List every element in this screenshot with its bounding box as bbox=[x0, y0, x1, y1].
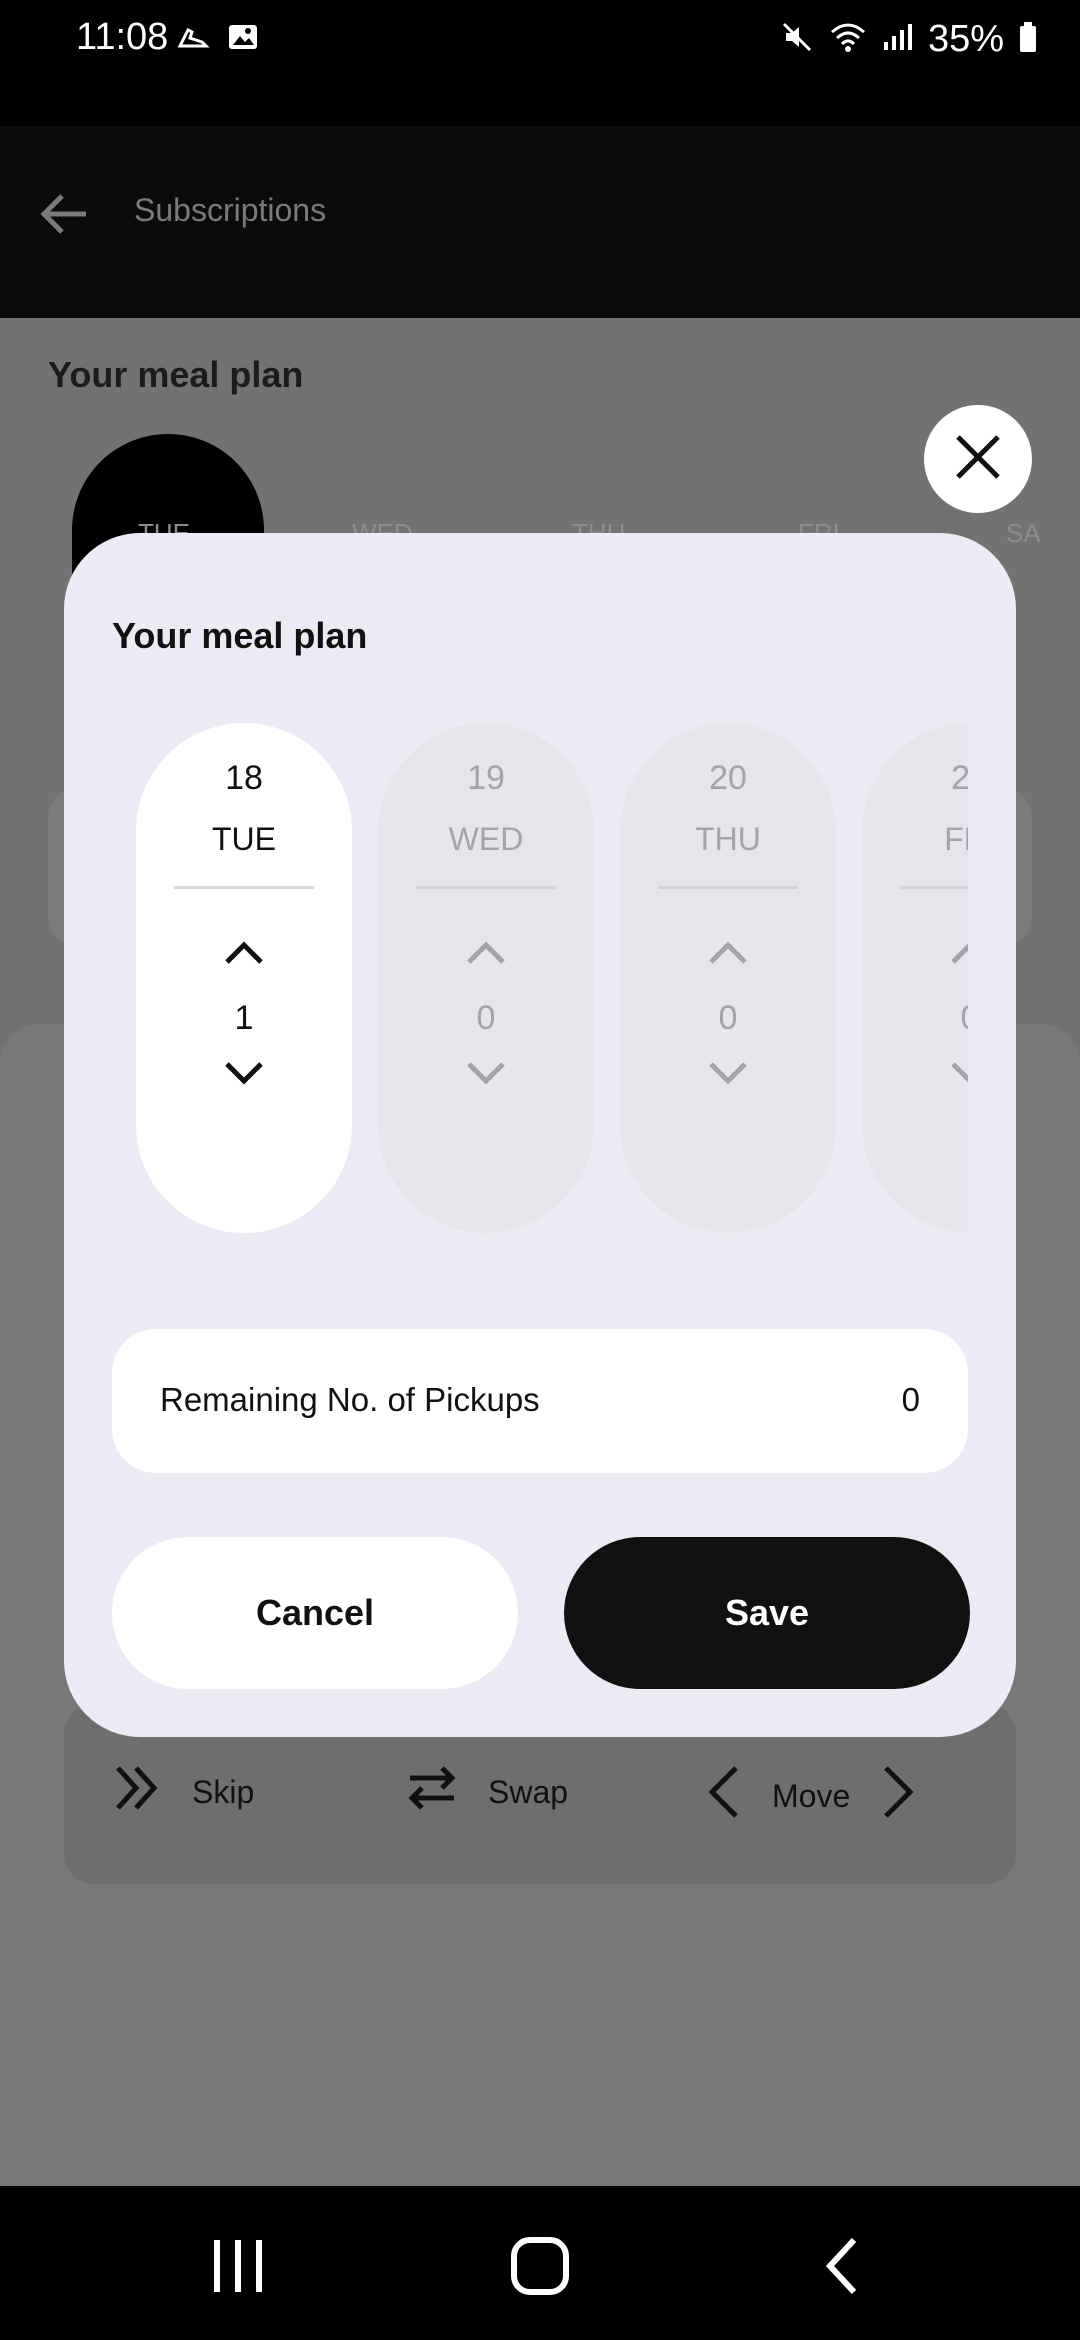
app-header: Subscriptions bbox=[0, 126, 1080, 318]
skip-label: Skip bbox=[192, 1773, 255, 1810]
day-name: WED bbox=[448, 821, 524, 857]
save-button[interactable]: Save bbox=[564, 1537, 970, 1689]
battery-icon bbox=[1018, 20, 1038, 59]
chevron-right-icon[interactable] bbox=[878, 1762, 918, 1830]
swap-label: Swap bbox=[488, 1773, 569, 1810]
remaining-pickups-label: Remaining No. of Pickups bbox=[160, 1381, 540, 1418]
chevron-up-icon[interactable] bbox=[458, 933, 514, 973]
divider bbox=[900, 886, 968, 889]
chevron-down-icon[interactable] bbox=[458, 1053, 514, 1093]
move-action[interactable]: Move bbox=[704, 1762, 918, 1830]
chevron-up-icon[interactable] bbox=[942, 933, 968, 973]
divider bbox=[658, 886, 798, 889]
wifi-icon bbox=[828, 20, 868, 59]
remaining-pickups-value: 0 bbox=[901, 1381, 920, 1418]
gallery-icon bbox=[226, 20, 260, 59]
signal-icon bbox=[882, 20, 914, 59]
back-arrow-icon[interactable] bbox=[36, 186, 92, 247]
day-name: THU bbox=[695, 821, 761, 857]
day-column-thu[interactable]: 20 THU 0 bbox=[620, 723, 836, 1233]
chevron-up-icon[interactable] bbox=[700, 933, 756, 973]
recent-apps-icon[interactable] bbox=[198, 2226, 278, 2306]
divider bbox=[174, 886, 314, 889]
meal-plan-modal: Your meal plan 18 TUE 1 19 WED 0 20 THU … bbox=[64, 533, 1016, 1737]
background-day: SA bbox=[1006, 518, 1041, 548]
chevron-left-icon[interactable] bbox=[704, 1762, 744, 1830]
back-icon[interactable] bbox=[802, 2226, 882, 2306]
day-column-fri[interactable]: 21 FRI 0 bbox=[862, 723, 968, 1233]
chevron-up-icon[interactable] bbox=[216, 933, 272, 973]
battery-percent: 35% bbox=[927, 18, 1004, 60]
swap-action[interactable]: Swap bbox=[404, 1762, 568, 1822]
skip-action[interactable]: Skip bbox=[112, 1762, 254, 1822]
chevron-down-icon[interactable] bbox=[216, 1053, 272, 1093]
day-name: FRI bbox=[944, 821, 968, 857]
divider bbox=[416, 886, 556, 889]
day-name: TUE bbox=[212, 821, 276, 857]
chevron-down-icon[interactable] bbox=[700, 1053, 756, 1093]
double-chevron-right-icon bbox=[112, 1762, 164, 1822]
day-column-wed[interactable]: 19 WED 0 bbox=[378, 723, 594, 1233]
day-date: 21 bbox=[951, 759, 968, 797]
header-title: Subscriptions bbox=[134, 192, 327, 228]
status-bar: 11:08 35% bbox=[0, 0, 1080, 84]
move-label: Move bbox=[772, 1777, 851, 1814]
meal-count: 0 bbox=[476, 999, 496, 1037]
system-navigation-bar bbox=[0, 2186, 1080, 2340]
modal-title: Your meal plan bbox=[112, 615, 368, 656]
day-date: 20 bbox=[709, 759, 747, 797]
meal-count: 0 bbox=[718, 999, 738, 1037]
chevron-down-icon[interactable] bbox=[942, 1053, 968, 1093]
swap-icon bbox=[404, 1762, 460, 1822]
background-title: Your meal plan bbox=[48, 354, 304, 395]
remaining-pickups-card: Remaining No. of Pickups 0 bbox=[112, 1329, 968, 1473]
close-button[interactable] bbox=[924, 405, 1032, 513]
running-shoe-icon bbox=[176, 20, 210, 59]
meal-count: 1 bbox=[234, 999, 254, 1037]
day-picker[interactable]: 18 TUE 1 19 WED 0 20 THU 0 2 F bbox=[136, 723, 968, 1233]
cancel-button[interactable]: Cancel bbox=[112, 1537, 518, 1689]
home-icon[interactable] bbox=[500, 2226, 580, 2306]
meal-count: 0 bbox=[862, 999, 968, 1038]
status-time: 11:08 bbox=[76, 16, 169, 58]
mute-icon bbox=[780, 20, 814, 59]
day-date: 19 bbox=[467, 759, 505, 797]
day-date: 18 bbox=[225, 759, 263, 797]
close-icon bbox=[954, 433, 1002, 486]
day-column-tue[interactable]: 18 TUE 1 bbox=[136, 723, 352, 1233]
